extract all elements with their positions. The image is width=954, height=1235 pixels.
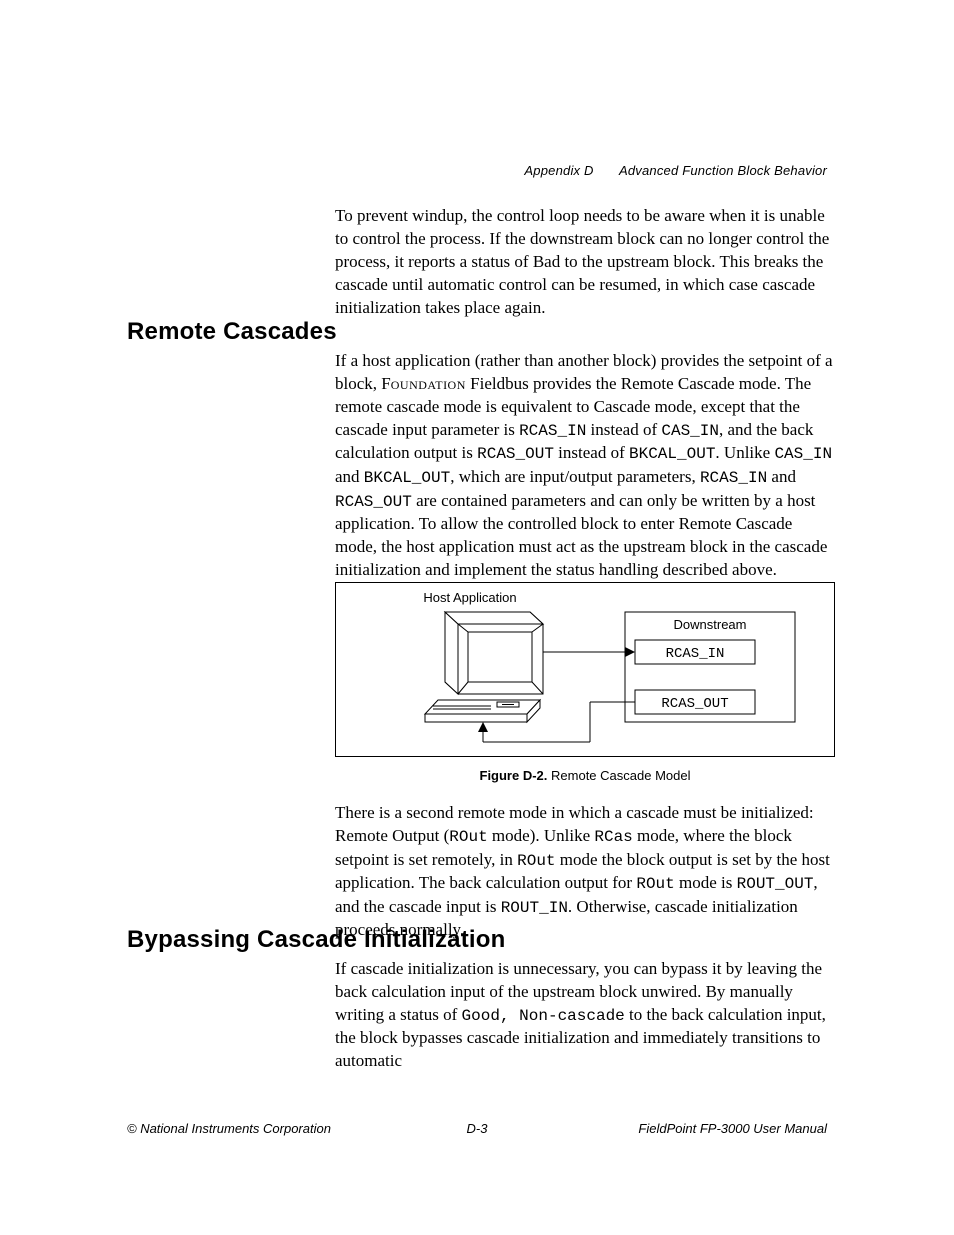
heading-remote-cascades: Remote Cascades xyxy=(127,316,337,348)
appendix-label: Appendix D xyxy=(524,163,593,178)
rcas-out-label: RCAS_OUT xyxy=(661,696,728,712)
running-header: Appendix D Advanced Function Block Behav… xyxy=(524,162,827,180)
footer-manual-title: FieldPoint FP-3000 User Manual xyxy=(638,1120,827,1138)
host-label: Host Application xyxy=(423,590,516,605)
remote-cascades-paragraph: If a host application (rather than anoth… xyxy=(335,350,835,582)
bypassing-paragraph: If cascade initialization is unnecessary… xyxy=(335,958,835,1073)
intro-paragraph: To prevent windup, the control loop need… xyxy=(335,205,835,320)
figure-remote-cascade: Host Application xyxy=(335,582,835,757)
downstream-label: Downstream xyxy=(674,617,747,632)
heading-bypassing: Bypassing Cascade Initialization xyxy=(127,924,506,956)
figure-caption: Figure D-2. Remote Cascade Model xyxy=(335,767,835,785)
chapter-title: Advanced Function Block Behavior xyxy=(619,163,827,178)
rcas-in-label: RCAS_IN xyxy=(666,646,725,662)
rout-paragraph: There is a second remote mode in which a… xyxy=(335,802,835,942)
computer-icon xyxy=(425,612,543,722)
page: Appendix D Advanced Function Block Behav… xyxy=(0,0,954,1235)
